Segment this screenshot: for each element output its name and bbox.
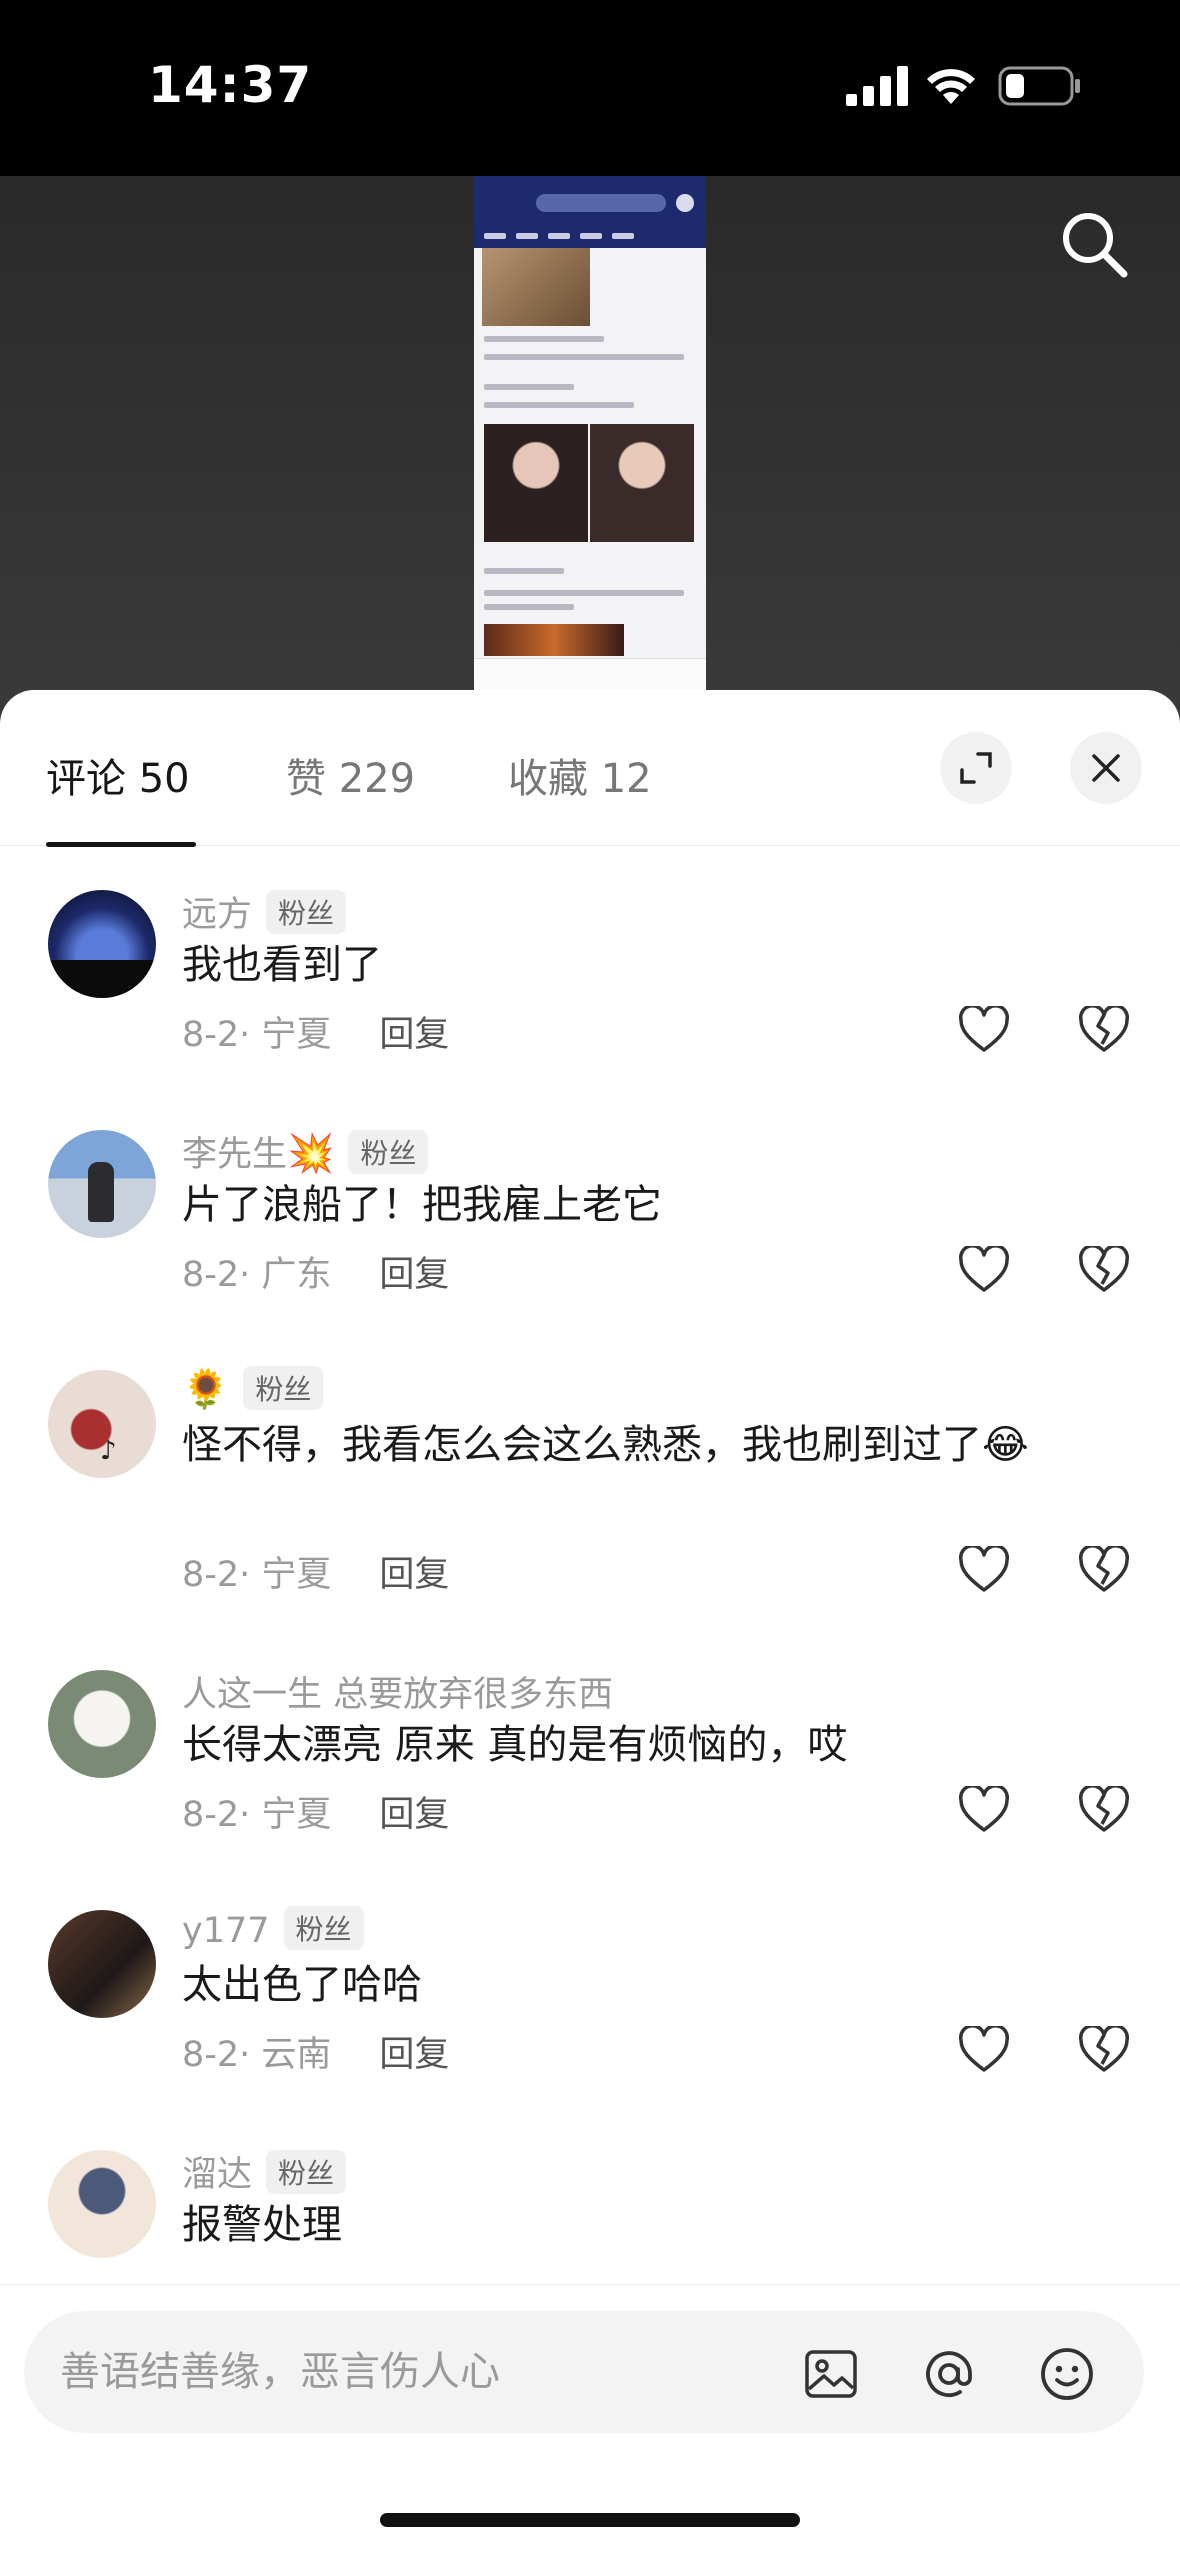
broken-heart-icon[interactable] [1078, 1006, 1130, 1054]
reply-button[interactable]: 回复 [379, 1015, 449, 1055]
tab-comments[interactable]: 评论 50 [46, 746, 190, 804]
thumbnail-photo-right [590, 424, 694, 542]
battery-icon [998, 66, 1080, 106]
thumbnail-text-line [484, 354, 684, 360]
broken-heart-icon[interactable] [1078, 2026, 1130, 2074]
thumbnail-text-line [484, 336, 604, 342]
home-indicator[interactable] [380, 2513, 800, 2527]
comment-meta: 8-2· 宁夏 回复 [182, 1546, 449, 1597]
author-emoji: 🌻 [182, 1367, 230, 1411]
video-thumbnail[interactable] [474, 176, 706, 691]
video-preview-area[interactable] [0, 176, 1180, 736]
heart-outline-icon[interactable] [958, 1546, 1010, 1594]
reply-button[interactable]: 回复 [379, 1255, 449, 1295]
comment-input-bar [0, 2284, 1180, 2556]
avatar[interactable] [48, 1910, 156, 2018]
thumbnail-photo-left [484, 424, 588, 542]
avatar[interactable]: ♪ [48, 1370, 156, 1478]
thumbnail-text-line [484, 384, 574, 390]
close-icon [1092, 754, 1120, 782]
comment-text: 长得太漂亮 原来 真的是有烦恼的，哎 [182, 1722, 848, 1768]
comment-text: 报警处理 [182, 2202, 342, 2248]
comment-author[interactable]: 🌻 粉丝 [182, 1366, 324, 1412]
comment-meta: 8-2· 云南 回复 [182, 2026, 449, 2077]
comment-text: 我也看到了 [182, 942, 382, 988]
author-name[interactable]: y177 [182, 1911, 270, 1951]
comment-date-location: 8-2· 广东 [182, 1255, 332, 1295]
close-button[interactable] [1070, 732, 1142, 804]
comment-date-location: 8-2· 宁夏 [182, 1015, 332, 1055]
fan-badge: 粉丝 [243, 1366, 324, 1410]
thumbnail-text-line [484, 402, 634, 408]
broken-heart-icon[interactable] [1078, 1246, 1130, 1294]
comment-text: 怪不得，我看怎么会这么熟悉，我也刷到过了😂 [182, 1422, 1029, 1468]
heart-outline-icon[interactable] [958, 1246, 1010, 1294]
at-icon[interactable] [920, 2345, 978, 2403]
fan-badge: 粉丝 [266, 2150, 347, 2194]
comment-author[interactable]: 李先生💥 粉丝 [182, 1126, 429, 1177]
thumbnail-image [482, 248, 590, 326]
tab-likes[interactable]: 赞 229 [286, 746, 415, 804]
expand-icon [960, 752, 992, 784]
heart-outline-icon[interactable] [958, 1786, 1010, 1834]
comment-text: 太出色了哈哈 [182, 1962, 422, 2008]
comment-meta: 8-2· 宁夏 回复 [182, 1786, 449, 1837]
expand-button[interactable] [940, 732, 1012, 804]
heart-outline-icon[interactable] [958, 2026, 1010, 2074]
thumbnail-text-line [484, 590, 684, 596]
reply-button[interactable]: 回复 [379, 1555, 449, 1595]
author-name[interactable]: 远方 [182, 895, 252, 935]
status-bar: 14:37 [0, 0, 1180, 176]
comment-meta: 8-2· 宁夏 回复 [182, 1006, 449, 1057]
comment-input[interactable] [60, 2341, 780, 2403]
comment-tabs: 评论 50 赞 229 收藏 12 [0, 690, 1180, 847]
author-emoji: 💥 [287, 1131, 335, 1175]
comment-author[interactable]: 远方 粉丝 [182, 886, 347, 937]
avatar[interactable] [48, 890, 156, 998]
active-tab-indicator [46, 842, 196, 847]
comment-input-container [24, 2311, 1144, 2433]
comment-author[interactable]: 溜达 粉丝 [182, 2146, 347, 2197]
smile-icon[interactable] [1038, 2345, 1096, 2403]
thumbnail-app-header [474, 176, 706, 248]
author-name[interactable]: 李先生 [182, 1135, 287, 1175]
comment-author[interactable]: 人这一生 总要放弃很多东西 [182, 1666, 613, 1717]
avatar[interactable] [48, 1130, 156, 1238]
comment-author[interactable]: y177 粉丝 [182, 1906, 364, 1951]
thumbnail-text-line [484, 604, 574, 610]
comment-date-location: 8-2· 宁夏 [182, 1795, 332, 1835]
comment-text: 片了浪船了！把我雇上老它 [182, 1182, 662, 1228]
avatar[interactable] [48, 2150, 156, 2258]
author-name[interactable]: 溜达 [182, 2155, 252, 2195]
search-icon[interactable] [1056, 206, 1132, 282]
reply-button[interactable]: 回复 [379, 2035, 449, 2075]
comment-sheet: 评论 50 赞 229 收藏 12 远方粉丝 我也看到了 8-2· 宁夏回复 [0, 690, 1180, 2556]
author-name[interactable]: 人这一生 总要放弃很多东西 [182, 1675, 613, 1715]
image-icon[interactable] [802, 2345, 860, 2403]
fan-badge: 粉丝 [283, 1906, 364, 1950]
status-time: 14:37 [148, 56, 313, 114]
thumbnail-plus-icon [676, 194, 694, 212]
thumbnail-nav-bar [474, 658, 706, 691]
fan-badge: 粉丝 [266, 890, 347, 934]
wifi-icon [927, 69, 975, 104]
thumbnail-search-bar [536, 194, 666, 212]
tab-favorites[interactable]: 收藏 12 [508, 746, 652, 804]
thumbnail-tabs [484, 224, 654, 239]
thumbnail-text-line [484, 568, 564, 574]
avatar[interactable] [48, 1670, 156, 1778]
fan-badge: 粉丝 [348, 1130, 429, 1174]
signal-icon [846, 66, 908, 106]
thumbnail-banner [484, 624, 624, 656]
heart-outline-icon[interactable] [958, 1006, 1010, 1054]
comment-meta: 8-2· 广东 回复 [182, 1246, 449, 1297]
broken-heart-icon[interactable] [1078, 1546, 1130, 1594]
comment-date-location: 8-2· 宁夏 [182, 1555, 332, 1595]
broken-heart-icon[interactable] [1078, 1786, 1130, 1834]
reply-button[interactable]: 回复 [379, 1795, 449, 1835]
comment-date-location: 8-2· 云南 [182, 2035, 332, 2075]
